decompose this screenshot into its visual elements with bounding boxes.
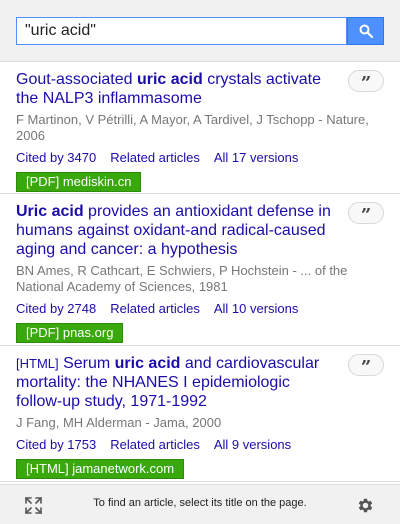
result-title[interactable]: [HTML] Serum uric acid and cardiovascula…	[16, 354, 334, 411]
cite-button[interactable]: ”	[348, 202, 384, 226]
quote-icon: ”	[360, 357, 372, 378]
footer-hint: To find an article, select its title on …	[93, 497, 307, 509]
html-tag: [HTML]	[16, 356, 59, 371]
result-item: [HTML] Serum uric acid and cardiovascula…	[0, 346, 400, 482]
source-link[interactable]: [PDF] pnas.org	[16, 323, 124, 343]
related-articles-link[interactable]: Related articles	[110, 437, 200, 452]
cite-button[interactable]: ”	[348, 70, 384, 94]
quote-icon: ”	[360, 73, 372, 94]
result-links: Cited by 2748 Related articles All 10 vers…	[16, 301, 384, 317]
results-list: Gout-associated uric acid crystals activ…	[0, 62, 400, 482]
search-header	[0, 0, 400, 62]
expand-icon[interactable]	[25, 497, 42, 514]
cited-by-link[interactable]: Cited by 3470	[16, 150, 96, 165]
cited-by-link[interactable]: Cited by 1753	[16, 437, 96, 452]
result-links: Cited by 1753 Related articles All 9 versi…	[16, 437, 384, 453]
footer-bar: To find an article, select its title on …	[0, 484, 400, 524]
quote-icon: ”	[360, 205, 372, 226]
gear-icon[interactable]	[356, 496, 375, 515]
all-versions-link[interactable]: All 10 versions	[214, 301, 299, 316]
search-button[interactable]	[347, 17, 384, 45]
result-title[interactable]: Uric acid provides an antioxidant defens…	[16, 202, 334, 259]
source-link[interactable]: [HTML] jamanetwork.com	[16, 459, 185, 479]
result-authors: BN Ames, R Cathcart, E Schwiers, P Hochs…	[16, 263, 348, 294]
search-input[interactable]	[16, 17, 347, 45]
all-versions-link[interactable]: All 9 versions	[214, 437, 291, 452]
related-articles-link[interactable]: Related articles	[110, 150, 200, 165]
result-item: Gout-associated uric acid crystals activ…	[0, 62, 400, 194]
search-icon	[359, 24, 373, 38]
result-authors: F Martinon, V Pétrilli, A Mayor, A Tardi…	[16, 112, 369, 143]
result-title[interactable]: Gout-associated uric acid crystals activ…	[16, 70, 334, 108]
result-authors: J Fang, MH Alderman - Jama, 2000	[16, 415, 222, 430]
cited-by-link[interactable]: Cited by 2748	[16, 301, 96, 316]
cite-button[interactable]: ”	[348, 354, 384, 378]
result-links: Cited by 3470 Related articles All 17 vers…	[16, 150, 384, 166]
all-versions-link[interactable]: All 17 versions	[214, 150, 299, 165]
source-link[interactable]: [PDF] mediskin.cn	[16, 172, 142, 192]
result-item: Uric acid provides an antioxidant defens…	[0, 194, 400, 346]
related-articles-link[interactable]: Related articles	[110, 301, 200, 316]
